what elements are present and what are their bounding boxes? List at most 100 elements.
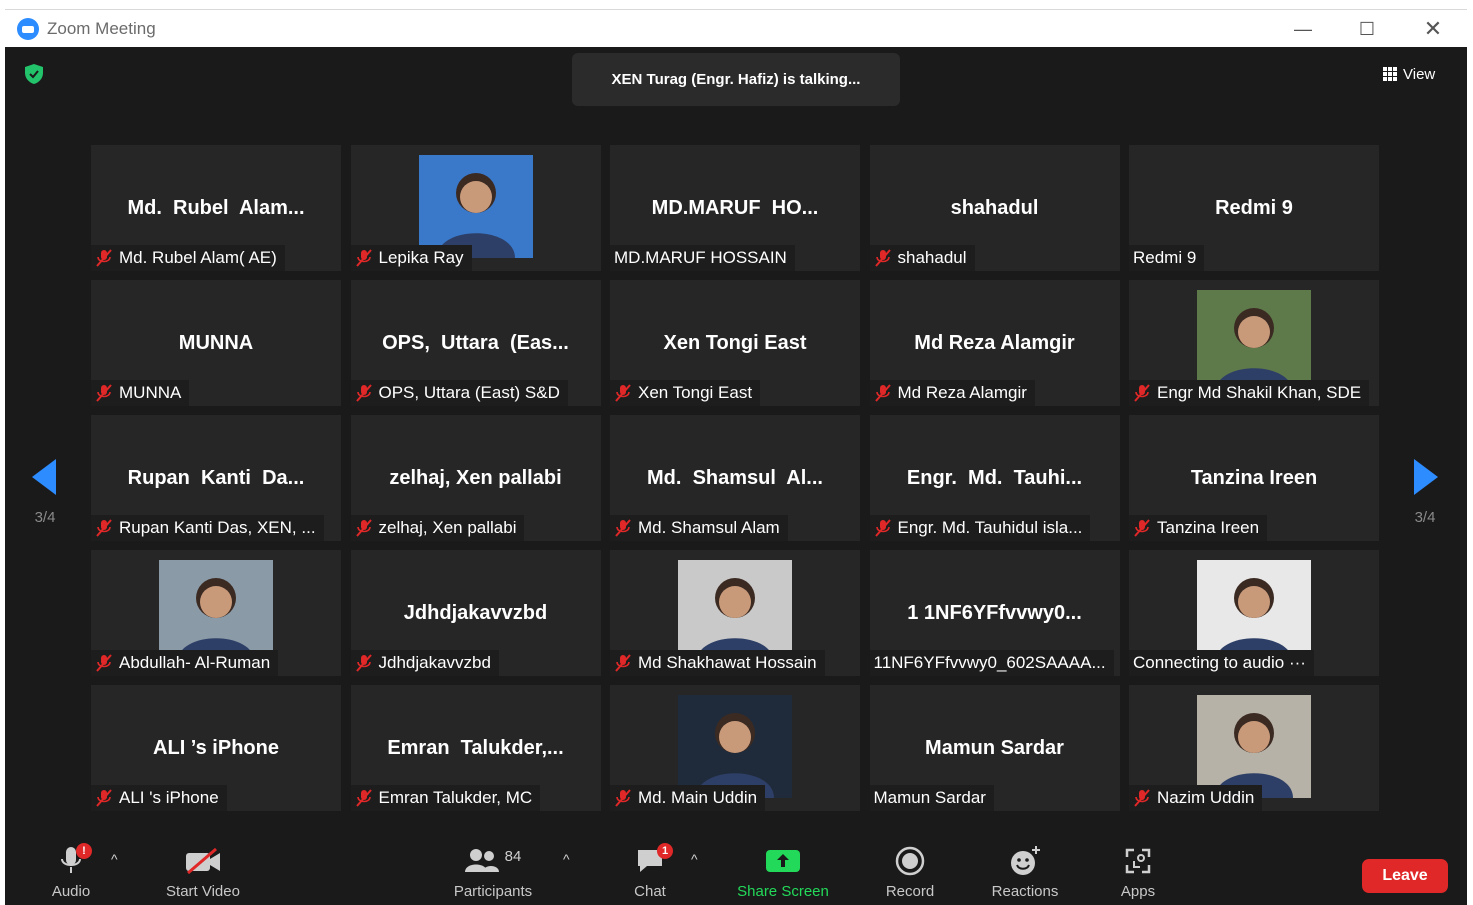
participant-name-label: Emran Talukder, MC: [350, 785, 541, 811]
participant-name-label: Xen Tongi East: [610, 380, 761, 406]
participant-tile[interactable]: Md Shakhawat Hossain: [610, 550, 860, 676]
participant-name-text: Engr. Md. Tauhidul isla...: [897, 518, 1083, 537]
participant-display-name: ALI ’s iPhone: [153, 737, 279, 759]
page-indicator-left: 3/4: [34, 509, 56, 526]
reactions-button[interactable]: Reactions: [985, 843, 1065, 900]
chat-options-caret-icon[interactable]: ^: [691, 851, 698, 867]
participant-tile[interactable]: MUNNA MUNNA: [91, 280, 341, 406]
participant-name-text: shahadul: [897, 248, 967, 267]
participant-display-name: Emran Talukder,...: [387, 737, 564, 759]
participant-tile[interactable]: Md Reza Alamgir Md Reza Alamgir: [869, 280, 1120, 406]
window-title: Zoom Meeting: [47, 19, 156, 38]
participant-name-text: OPS, Uttara (East) S&D: [378, 383, 560, 402]
participant-tile[interactable]: Jdhdjakavvzbd Jdhdjakavvzbd: [350, 550, 601, 676]
participant-name-label: Md. Main Uddin: [610, 785, 766, 811]
participant-name-text: MD.MARUF HOSSAIN: [614, 248, 787, 267]
participant-tile[interactable]: ALI ’s iPhone ALI 's iPhone: [91, 685, 341, 811]
meeting-area: XEN Turag (Engr. Hafiz) is talking... Vi…: [5, 47, 1467, 905]
participant-display-name: Engr. Md. Tauhi...: [906, 467, 1083, 489]
person-silhouette-icon: [177, 578, 255, 663]
participant-name-label: Connecting to audio ···: [1129, 650, 1314, 676]
participant-tile[interactable]: Emran Talukder,... Emran Talukder, MC: [350, 685, 601, 811]
audio-label: Audio: [51, 883, 91, 900]
chat-unread-badge: 1: [657, 843, 673, 859]
participant-name-label: Engr. Md. Tauhidul isla...: [869, 515, 1091, 541]
view-button[interactable]: View: [1383, 62, 1435, 86]
participant-name-label: Rupan Kanti Das, XEN, ...: [91, 515, 324, 541]
chat-button[interactable]: 1 Chat: [627, 843, 673, 900]
participant-name-label: zelhaj, Xen pallabi: [350, 515, 525, 541]
participant-tile[interactable]: Rupan Kanti Da... Rupan Kanti Das, XEN, .…: [91, 415, 341, 541]
participant-tile[interactable]: Nazim Uddin: [1129, 685, 1379, 811]
grid-view-icon: [1383, 67, 1397, 81]
muted-microphone-icon: [96, 249, 112, 267]
participant-name-label: Engr Md Shakil Khan, SDE: [1129, 380, 1370, 406]
record-button[interactable]: Record: [877, 843, 943, 900]
person-silhouette-icon: [1215, 308, 1293, 393]
start-video-button[interactable]: Start Video: [155, 843, 251, 900]
participant-tile[interactable]: Md. Rubel Alam... Md. Rubel Alam( AE): [91, 145, 341, 271]
participant-tile[interactable]: zelhaj, Xen pallabi zelhaj, Xen pallabi: [350, 415, 601, 541]
participant-video: [159, 560, 273, 663]
muted-microphone-icon: [355, 519, 372, 537]
muted-microphone-icon: [615, 384, 631, 402]
participant-name-label: shahadul: [869, 245, 975, 271]
participant-display-name: Redmi 9: [1215, 197, 1293, 219]
audio-options-caret-icon[interactable]: ^: [111, 851, 118, 867]
close-button[interactable]: ✕: [1413, 14, 1453, 44]
participant-name-text: Md. Shamsul Alam: [638, 518, 780, 537]
participants-button[interactable]: 84 Participants: [445, 843, 541, 901]
audio-button[interactable]: ! Audio: [45, 843, 97, 900]
next-page-button[interactable]: 3/4: [1405, 459, 1445, 526]
participant-tile[interactable]: Md. Shamsul Al... Md. Shamsul Alam: [610, 415, 860, 541]
participant-tile[interactable]: Xen Tongi East Xen Tongi East: [610, 280, 860, 406]
previous-page-button[interactable]: 3/4: [25, 459, 65, 526]
participants-count: 84: [504, 847, 522, 865]
muted-microphone-icon: [874, 519, 891, 537]
participant-tile[interactable]: Abdullah- Al-Ruman: [91, 550, 341, 676]
participant-name-label: OPS, Uttara (East) S&D: [350, 380, 568, 406]
participant-name-text: Rupan Kanti Das, XEN, ...: [119, 518, 316, 537]
share-screen-button[interactable]: Share Screen: [732, 843, 834, 900]
participant-name-text: Mamun Sardar: [873, 788, 986, 807]
participant-tile[interactable]: Tanzina Ireen Tanzina Ireen: [1129, 415, 1379, 541]
participant-tile[interactable]: Mamun Sardar Mamun Sardar: [869, 685, 1120, 811]
person-silhouette-icon: [696, 713, 774, 798]
participant-name-text: Md. Rubel Alam( AE): [119, 248, 277, 267]
participant-tile[interactable]: Redmi 9 Redmi 9: [1129, 145, 1379, 271]
reactions-label: Reactions: [991, 883, 1059, 900]
minimize-button[interactable]: —: [1283, 14, 1323, 44]
participant-video: [678, 695, 792, 798]
participant-tile[interactable]: MD.MARUF HO... MD.MARUF HOSSAIN: [610, 145, 860, 271]
muted-microphone-icon: [1134, 519, 1150, 537]
muted-microphone-icon: [615, 789, 631, 807]
audio-alert-badge: !: [76, 843, 92, 859]
participant-name-text: ALI 's iPhone: [119, 788, 219, 807]
participant-name-label: MD.MARUF HOSSAIN: [610, 245, 795, 271]
maximize-button[interactable]: ☐: [1347, 14, 1387, 44]
participant-name-label: Mamun Sardar: [869, 785, 994, 811]
apps-icon: [1125, 848, 1151, 874]
participant-name-label: Tanzina Ireen: [1129, 515, 1268, 541]
leave-button[interactable]: Leave: [1362, 859, 1448, 893]
participant-name-label: Nazim Uddin: [1129, 785, 1263, 811]
record-icon: [895, 846, 925, 876]
participant-tile[interactable]: Md. Main Uddin: [610, 685, 860, 811]
participant-tile[interactable]: 1 1NF6YFfvvwy0... 11NF6YFfvvwy0_602SAAAA.…: [869, 550, 1120, 676]
participant-tile[interactable]: Connecting to audio ···: [1129, 550, 1379, 676]
participant-tile[interactable]: OPS, Uttara (Eas... OPS, Uttara (East) S&…: [350, 280, 601, 406]
encryption-shield-icon[interactable]: [25, 64, 43, 84]
participant-tile[interactable]: Lepika Ray: [350, 145, 601, 271]
muted-microphone-icon: [355, 249, 372, 267]
participant-name-text: Emran Talukder, MC: [378, 788, 533, 807]
participant-name-text: Md. Main Uddin: [638, 788, 758, 807]
participant-name-text: Connecting to audio ···: [1133, 653, 1306, 672]
participant-name-text: Engr Md Shakil Khan, SDE: [1157, 383, 1362, 402]
participant-display-name: Mamun Sardar: [925, 737, 1064, 759]
participants-options-caret-icon[interactable]: ^: [563, 851, 570, 867]
participant-display-name: Md Reza Alamgir: [914, 332, 1075, 354]
participant-tile[interactable]: Engr. Md. Tauhi... Engr. Md. Tauhidul isl…: [869, 415, 1120, 541]
participant-tile[interactable]: Engr Md Shakil Khan, SDE: [1129, 280, 1379, 406]
participant-tile[interactable]: shahadul shahadul: [869, 145, 1120, 271]
apps-button[interactable]: Apps: [1115, 843, 1161, 900]
